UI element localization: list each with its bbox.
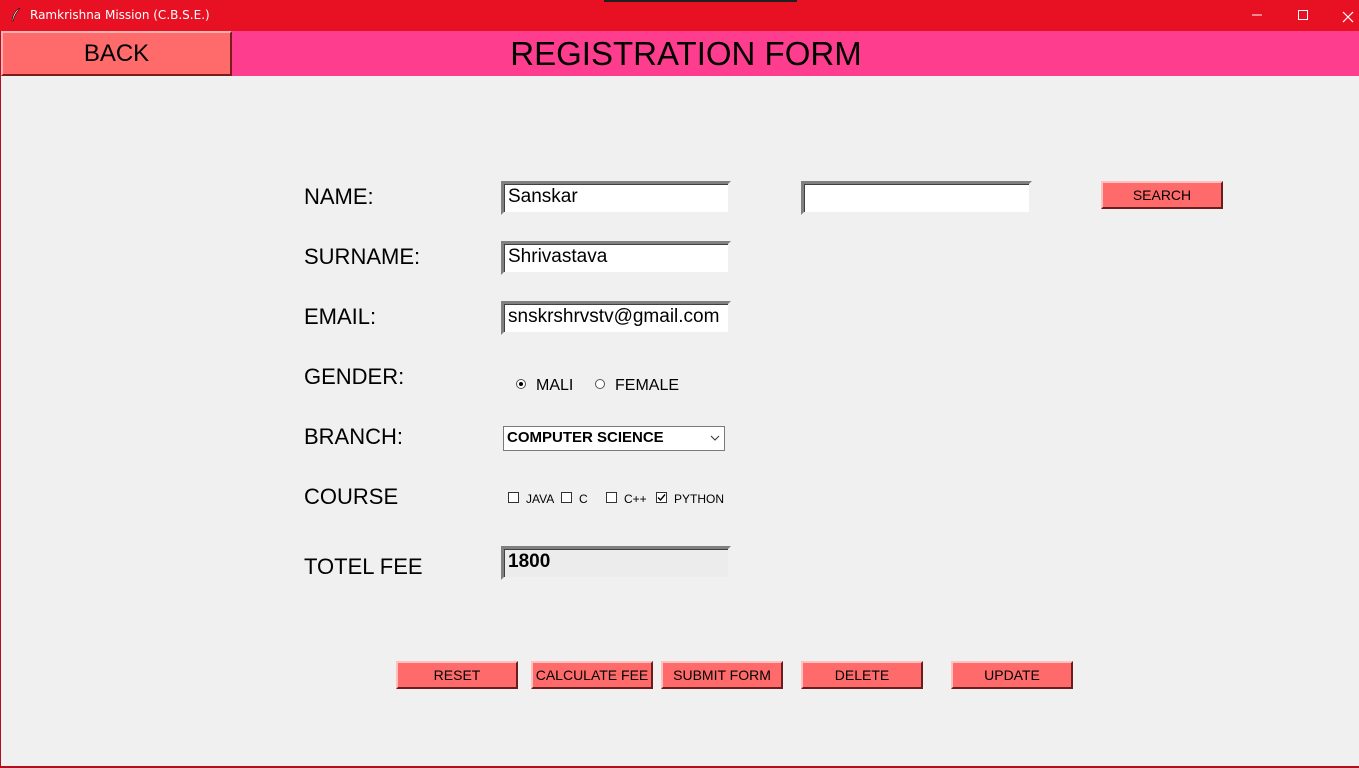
name-label: NAME: xyxy=(304,184,374,209)
branch-label: BRANCH: xyxy=(304,424,404,449)
course-python-label[interactable]: PYTHON xyxy=(674,492,724,506)
course-label: COURSE xyxy=(304,484,399,509)
chevron-down-icon xyxy=(710,428,720,456)
checkmark-icon xyxy=(657,494,666,502)
close-button[interactable] xyxy=(1325,0,1359,31)
course-java-checkbox[interactable] xyxy=(508,492,519,503)
fee-input[interactable]: 1800 xyxy=(501,546,731,580)
back-button[interactable]: BACK xyxy=(1,31,232,76)
update-button[interactable]: UPDATE xyxy=(951,661,1073,689)
course-cpp-label[interactable]: C++ xyxy=(624,492,647,506)
maximize-icon xyxy=(1298,10,1308,20)
course-python-checkbox[interactable] xyxy=(656,492,667,503)
minimize-button[interactable] xyxy=(1234,0,1280,31)
reset-button[interactable]: RESET xyxy=(396,661,518,689)
gender-male-radio[interactable] xyxy=(516,379,526,389)
window-title: Ramkrishna Mission (C.B.S.E.) xyxy=(30,8,210,22)
search-input[interactable] xyxy=(801,181,1032,215)
gender-label: GENDER: xyxy=(304,364,405,389)
course-cpp-checkbox[interactable] xyxy=(606,492,617,503)
course-c-label[interactable]: C xyxy=(579,492,588,506)
name-input[interactable]: Sanskar xyxy=(501,181,731,215)
branch-select-value: COMPUTER SCIENCE xyxy=(507,429,664,446)
email-input[interactable]: snskrshrvstv@gmail.com xyxy=(501,301,731,335)
delete-button[interactable]: DELETE xyxy=(801,661,923,689)
course-c-checkbox[interactable] xyxy=(561,492,572,503)
title-bar-accent xyxy=(604,0,797,2)
submit-form-button[interactable]: SUBMIT FORM xyxy=(661,661,783,689)
maximize-button[interactable] xyxy=(1280,0,1326,31)
surname-label: SURNAME: xyxy=(304,244,421,269)
calculate-fee-button[interactable]: CALCULATE FEE xyxy=(531,661,653,689)
gender-female-radio[interactable] xyxy=(595,379,605,389)
surname-input[interactable]: Shrivastava xyxy=(501,241,731,275)
branch-select[interactable]: COMPUTER SCIENCE xyxy=(503,426,725,451)
minimize-icon xyxy=(1252,14,1262,16)
course-java-label[interactable]: JAVA xyxy=(526,492,554,506)
window-border-left xyxy=(0,31,1,768)
feather-icon xyxy=(10,7,22,23)
gender-female-label[interactable]: FEMALE xyxy=(615,377,679,395)
fee-label: TOTEL FEE xyxy=(304,554,423,579)
page-title: REGISTRATION FORM xyxy=(510,35,862,72)
email-label: EMAIL: xyxy=(304,304,377,329)
gender-male-label[interactable]: MALI xyxy=(536,377,572,395)
search-button[interactable]: SEARCH xyxy=(1101,181,1223,209)
close-icon xyxy=(1342,11,1354,22)
